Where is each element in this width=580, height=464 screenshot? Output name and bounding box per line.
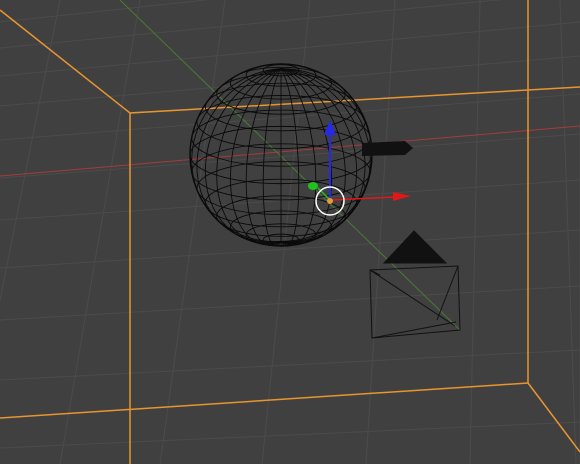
lamp-icon[interactable]: [362, 141, 413, 156]
gizmo-x-arrow[interactable]: [393, 192, 411, 201]
camera-icon[interactable]: [382, 230, 448, 264]
gizmo-y-handle[interactable]: [308, 182, 318, 190]
sphere-object[interactable]: [189, 63, 373, 247]
camera-object[interactable]: [369, 230, 461, 339]
viewport-canvas[interactable]: [0, 0, 580, 464]
3d-viewport[interactable]: [0, 0, 580, 464]
sphere-meridian: [280, 68, 373, 242]
object-origin: [327, 198, 333, 204]
gizmo-x-axis[interactable]: [329, 196, 397, 201]
lamp-object[interactable]: [362, 141, 413, 156]
